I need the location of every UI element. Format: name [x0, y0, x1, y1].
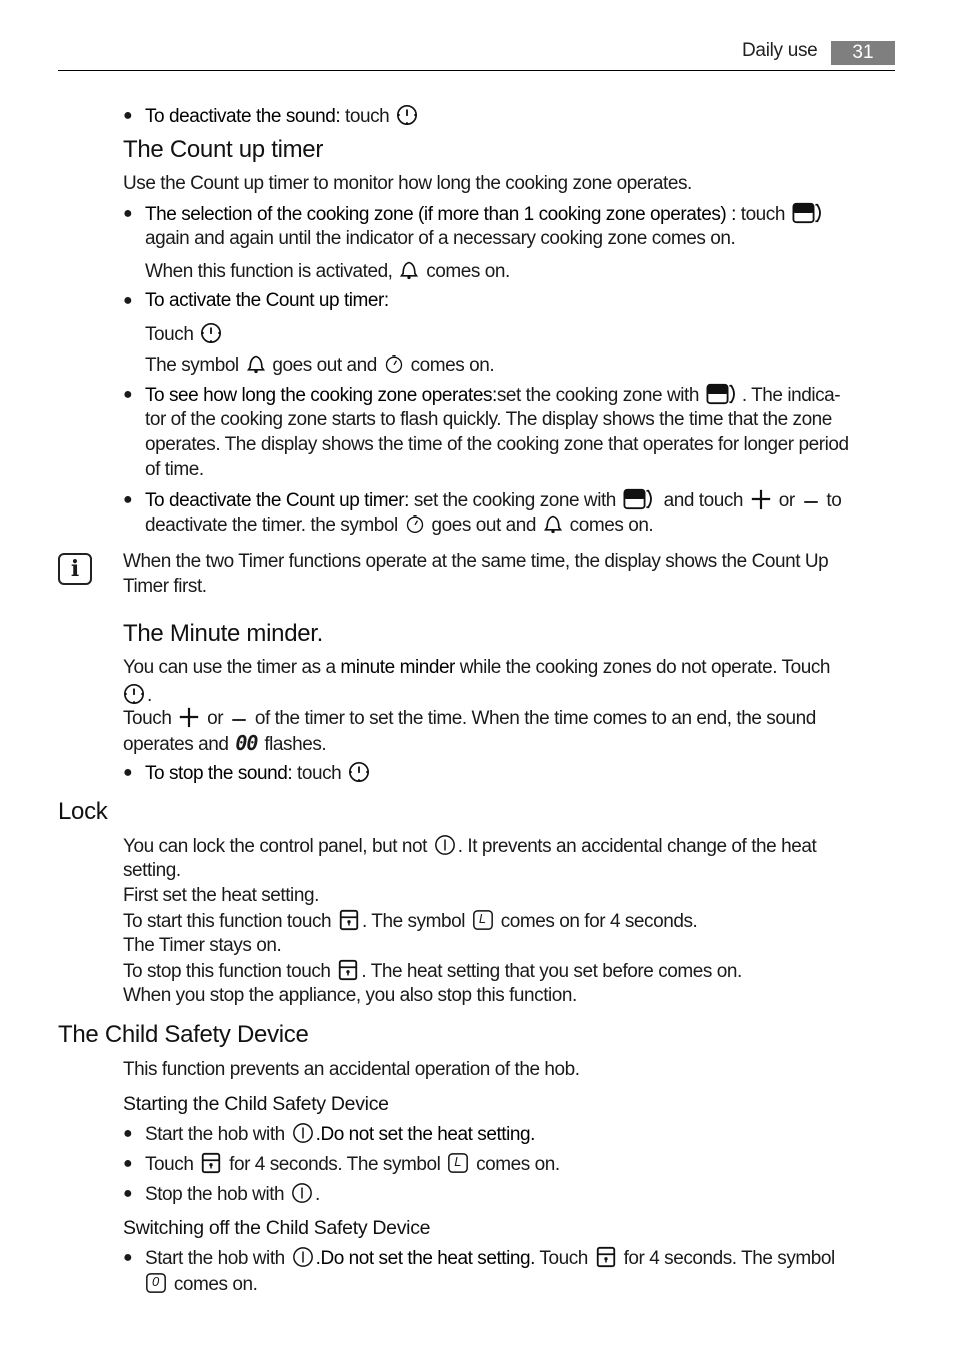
stopwatch-icon	[405, 513, 425, 535]
paragraph: The symbol goes out and comes on.	[145, 353, 495, 376]
paragraph: operates and 00 flashes.	[123, 731, 327, 755]
header-divider	[58, 70, 895, 71]
bullet-dot: ●	[123, 1249, 133, 1266]
paragraph: operates. The display shows the time of …	[145, 434, 849, 455]
timer-icon	[123, 683, 145, 705]
list-item-select-zone: The selection of the cooking zone (if mo…	[145, 202, 828, 227]
paragraph: First set the heat setting.	[123, 885, 319, 906]
lock-display-icon: L	[472, 909, 494, 931]
minus-icon	[230, 706, 248, 728]
paragraph: This function prevents an accidental ope…	[123, 1059, 580, 1080]
bullet-dot: ●	[123, 386, 133, 403]
bell-icon	[246, 353, 266, 375]
bullet-dot: ●	[123, 491, 133, 508]
section-title-count-up-timer: The Count up timer	[123, 136, 324, 163]
paragraph: Touch or of the timer to set the time. W…	[123, 706, 816, 729]
cooking-zone-selector-icon	[706, 383, 740, 405]
paragraph: setting.	[123, 860, 181, 881]
paragraph: .	[121, 683, 152, 708]
bullet-dot: ●	[123, 107, 133, 124]
paragraph: of time.	[145, 459, 204, 480]
list-item-deactivate-sound: To deactivate the sound: touch	[145, 104, 420, 129]
power-icon	[291, 1182, 313, 1204]
bullet-dot: ●	[123, 1155, 133, 1172]
lock-display-icon: L	[447, 1152, 469, 1174]
paragraph: again and again until the indicator of a…	[145, 228, 736, 249]
bell-icon	[543, 513, 563, 535]
bullet-dot: ●	[123, 292, 133, 309]
lock-key-icon	[595, 1246, 617, 1268]
power-icon	[292, 1246, 314, 1268]
timer-icon	[200, 322, 222, 344]
paragraph: 0 comes on.	[143, 1272, 258, 1297]
paragraph: When this function is activated, comes o…	[145, 259, 510, 282]
section-title-minute-minder: The Minute minder.	[123, 620, 324, 647]
list-item-deactivate-count-up: To deactivate the Count up timer: set th…	[145, 488, 842, 511]
bell-icon	[399, 259, 419, 281]
info-note-text: When the two Timer functions operate at …	[123, 551, 829, 572]
stopwatch-icon	[384, 353, 404, 375]
running-header-section: Daily use	[742, 40, 818, 61]
lock-key-icon	[338, 909, 360, 931]
info-note-text: Timer first.	[123, 576, 207, 597]
power-icon	[292, 1122, 314, 1144]
subsection-title-starting: Starting the Child Safety Device	[123, 1093, 389, 1115]
paragraph: To start this function touch . The symbo…	[123, 909, 698, 932]
item-label: To deactivate the sound:	[145, 106, 341, 127]
section-title-child-safety: The Child Safety Device	[58, 1021, 309, 1048]
list-item-switch-off: Start the hob with .Do not set the heat …	[145, 1246, 835, 1269]
info-icon: i	[58, 553, 92, 585]
paragraph: You can use the timer as a minute minder…	[123, 657, 831, 678]
paragraph: You can lock the control panel, but not …	[123, 834, 817, 857]
bullet-dot: ●	[123, 205, 133, 222]
bullet-dot: ●	[123, 764, 133, 781]
cooking-zone-selector-icon	[623, 488, 657, 510]
paragraph: deactivate the timer. the symbol goes ou…	[145, 513, 654, 536]
list-item-start-hob: Start the hob with .Do not set the heat …	[145, 1122, 535, 1145]
timer-icon	[348, 761, 370, 783]
zero-display-icon: 0	[145, 1272, 167, 1294]
plus-icon	[750, 488, 772, 510]
list-item-stop-hob: Stop the hob with .	[145, 1182, 320, 1205]
minus-icon	[802, 488, 820, 510]
paragraph: Touch	[145, 322, 224, 347]
paragraph: Use the Count up timer to monitor how lo…	[123, 173, 692, 194]
section-title-lock: Lock	[58, 798, 108, 825]
lock-key-icon	[200, 1152, 222, 1174]
paragraph: To stop this function touch . The heat s…	[123, 959, 742, 982]
paragraph: The Timer stays on.	[123, 935, 282, 956]
paragraph: tor of the cooking zone starts to flash …	[145, 409, 832, 430]
cooking-zone-selector-icon	[792, 202, 826, 224]
plus-icon	[178, 706, 200, 728]
power-icon	[434, 834, 456, 856]
list-item-stop-sound: To stop the sound: touch	[145, 761, 372, 786]
bullet-dot: ●	[123, 1125, 133, 1142]
double-zero-display-icon: 00	[235, 731, 258, 755]
list-item-see-duration: To see how long the cooking zone operate…	[145, 383, 841, 406]
bullet-dot: ●	[123, 1185, 133, 1202]
timer-icon	[396, 104, 418, 126]
page-number: 31	[831, 41, 895, 65]
list-item-touch-lock: Touch for 4 seconds. The symbol L comes …	[145, 1152, 560, 1175]
subsection-title-switching-off: Switching off the Child Safety Device	[123, 1217, 431, 1239]
list-item-activate-count-up: To activate the Count up timer:	[145, 290, 389, 311]
lock-key-icon	[337, 959, 359, 981]
paragraph: When you stop the appliance, you also st…	[123, 985, 577, 1006]
